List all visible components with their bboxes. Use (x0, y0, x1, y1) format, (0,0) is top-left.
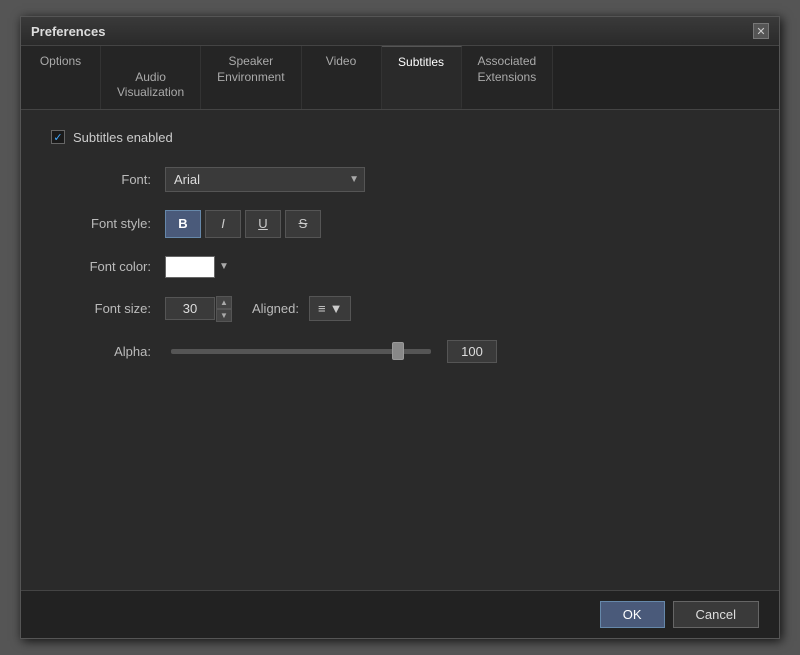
content-area: ✓ Subtitles enabled Font: Arial ▼ Font s… (21, 110, 779, 590)
font-size-input[interactable] (165, 297, 215, 320)
tab-options[interactable]: Options (21, 46, 101, 109)
underline-button[interactable]: U (245, 210, 281, 238)
font-color-row: Font color: ▼ (51, 256, 749, 278)
strikethrough-button[interactable]: S (285, 210, 321, 238)
title-bar: Preferences ✕ (21, 17, 779, 46)
italic-button[interactable]: I (205, 210, 241, 238)
subtitles-enabled-label: Subtitles enabled (73, 130, 173, 145)
cancel-button[interactable]: Cancel (673, 601, 759, 628)
font-size-spinner: ▲ ▼ (165, 296, 232, 322)
alpha-slider-thumb[interactable] (392, 342, 404, 360)
tab-video[interactable]: Video (302, 46, 382, 109)
tab-bar: Options AudioVisualization SpeakerEnviro… (21, 46, 779, 110)
font-style-label: Font style: (51, 216, 151, 231)
tab-subtitles[interactable]: Subtitles (382, 46, 462, 109)
alpha-row: Alpha: (51, 340, 749, 363)
font-color-label: Font color: (51, 259, 151, 274)
align-center-icon: ≡ (318, 301, 326, 316)
checkbox-icon: ✓ (51, 130, 65, 144)
ok-button[interactable]: OK (600, 601, 665, 628)
aligned-wrapper: ≡ ▼ (309, 296, 351, 321)
font-row: Font: Arial ▼ (51, 167, 749, 192)
font-label: Font: (51, 172, 151, 187)
spinner-down-button[interactable]: ▼ (216, 309, 232, 322)
dialog-footer: OK Cancel (21, 590, 779, 638)
font-size-label: Font size: (51, 301, 151, 316)
subtitles-enabled-row: ✓ Subtitles enabled (51, 130, 749, 145)
aligned-button[interactable]: ≡ ▼ (309, 296, 351, 321)
font-style-buttons: B I U S (165, 210, 321, 238)
align-arrow-icon: ▼ (330, 301, 343, 316)
alpha-input[interactable] (447, 340, 497, 363)
color-arrow-icon[interactable]: ▼ (219, 261, 229, 272)
bold-button[interactable]: B (165, 210, 201, 238)
subtitles-enabled-checkbox[interactable]: ✓ Subtitles enabled (51, 130, 173, 145)
font-select[interactable]: Arial (165, 167, 365, 192)
spinner-up-button[interactable]: ▲ (216, 296, 232, 309)
alpha-label: Alpha: (51, 344, 151, 359)
font-style-row: Font style: B I U S (51, 210, 749, 238)
tab-associated-extensions[interactable]: AssociatedExtensions (462, 46, 554, 109)
font-select-wrapper: Arial ▼ (165, 167, 365, 192)
font-size-row: Font size: ▲ ▼ Aligned: ≡ ▼ (51, 296, 749, 322)
dialog-title: Preferences (31, 24, 105, 39)
color-swatch[interactable] (165, 256, 215, 278)
aligned-label: Aligned: (252, 301, 299, 316)
font-color-wrapper: ▼ (165, 256, 229, 278)
tab-audio-visualization[interactable]: AudioVisualization (101, 46, 201, 109)
spinner-buttons: ▲ ▼ (216, 296, 232, 322)
tab-speaker-environment[interactable]: SpeakerEnvironment (201, 46, 301, 109)
close-button[interactable]: ✕ (753, 23, 769, 39)
alpha-slider-track[interactable] (171, 349, 431, 354)
